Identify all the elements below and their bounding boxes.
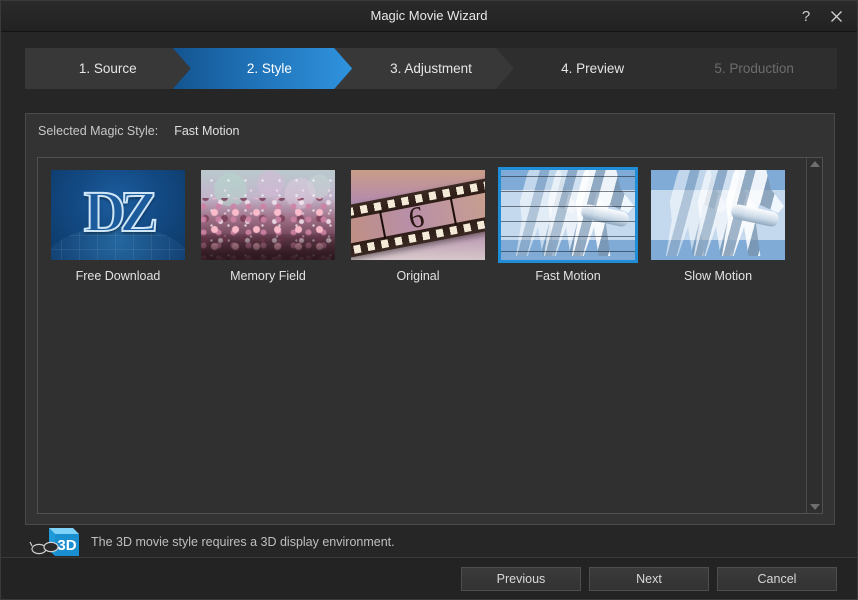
title-bar: Magic Movie Wizard ? [1, 1, 857, 32]
cancel-button[interactable]: Cancel [717, 567, 837, 591]
step-source[interactable]: 1. Source [25, 48, 191, 89]
window-controls: ? [793, 1, 849, 31]
window-title: Magic Movie Wizard [370, 8, 488, 23]
style-label: Fast Motion [535, 269, 601, 283]
help-button[interactable]: ? [793, 3, 819, 29]
style-thumbnail[interactable]: 6 [348, 167, 488, 263]
step-label: 3. Adjustment [390, 61, 472, 76]
slow-motion-artwork [651, 170, 785, 260]
style-item-slow-motion[interactable]: Slow Motion [643, 167, 793, 283]
question-mark-icon: ? [801, 7, 811, 25]
style-item-free-download[interactable]: DZ Free Download [43, 167, 193, 283]
previous-button[interactable]: Previous [461, 567, 581, 591]
step-label: 1. Source [78, 61, 137, 76]
style-item-original[interactable]: 6 Original [343, 167, 493, 283]
step-label: 4. Preview [561, 61, 625, 76]
style-label: Free Download [75, 269, 161, 283]
style-label: Original [396, 269, 440, 283]
style-item-fast-motion[interactable]: Fast Motion [493, 167, 643, 283]
step-adjustment[interactable]: 3. Adjustment [334, 48, 514, 89]
wizard-steps: 1. Source 2. Style 3. Adjustment 4. Prev… [25, 48, 837, 89]
step-preview[interactable]: 4. Preview [496, 48, 676, 89]
close-icon [830, 10, 842, 22]
style-label: Memory Field [230, 269, 306, 283]
style-thumbnail[interactable]: DZ [48, 167, 188, 263]
dz-logo-text: DZ [83, 178, 160, 245]
style-thumbnail[interactable] [198, 167, 338, 263]
style-thumbnail-selected[interactable] [498, 167, 638, 263]
ground-shadow [201, 234, 335, 260]
style-label: Slow Motion [683, 269, 753, 283]
fast-motion-artwork [501, 170, 635, 260]
memory-field-artwork [201, 170, 335, 260]
next-button[interactable]: Next [589, 567, 709, 591]
motion-streaks [501, 170, 635, 260]
step-style[interactable]: 2. Style [173, 48, 353, 89]
scroll-up-arrow-icon[interactable] [809, 161, 820, 167]
free-download-artwork: DZ [51, 170, 185, 260]
style-panel: Selected Magic Style: Fast Motion DZ Fre… [25, 113, 835, 525]
step-label: 5. Production [714, 61, 794, 76]
dialog-footer: Previous Next Cancel [1, 557, 857, 599]
selected-style-value: Fast Motion [174, 123, 240, 138]
3d-notice: 3D The 3D movie style requires a 3D disp… [29, 525, 395, 559]
svg-text:3D: 3D [57, 537, 76, 554]
style-thumbnail-grid: DZ Free Download Memory Field 6 Original… [38, 158, 806, 513]
close-button[interactable] [823, 3, 849, 29]
original-artwork: 6 [351, 170, 485, 260]
magic-movie-wizard-dialog: Magic Movie Wizard ? 1. Source 2. Style … [0, 0, 858, 600]
step-production: 5. Production [657, 48, 837, 89]
step-label: 2. Style [246, 61, 292, 76]
style-item-memory-field[interactable]: Memory Field [193, 167, 343, 283]
style-list-scrollbar[interactable] [806, 158, 822, 513]
footer-button-row: Previous Next Cancel [461, 567, 837, 591]
scroll-down-arrow-icon[interactable] [809, 504, 820, 510]
3d-icon-graphic: 3D [29, 528, 79, 556]
selected-style-label: Selected Magic Style: [38, 123, 159, 138]
selected-style-row: Selected Magic Style: Fast Motion [26, 114, 834, 147]
style-thumbnail[interactable] [648, 167, 788, 263]
3d-notice-text: The 3D movie style requires a 3D display… [91, 535, 395, 549]
3d-cube-glasses-icon: 3D [29, 525, 81, 559]
style-list-area: DZ Free Download Memory Field 6 Original… [37, 157, 823, 514]
